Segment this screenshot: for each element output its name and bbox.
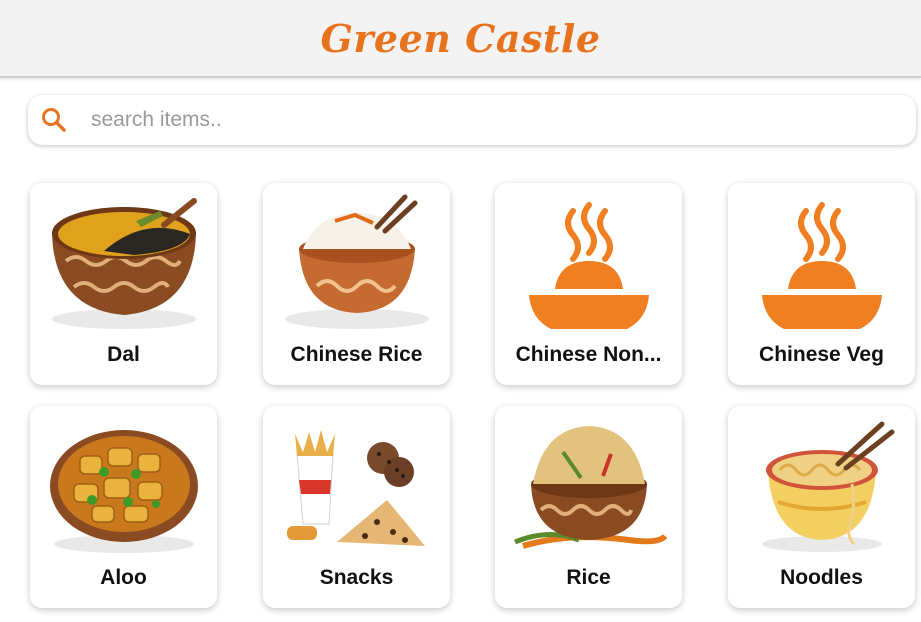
search-bar[interactable] xyxy=(28,95,916,145)
category-card-aloo[interactable]: Aloo xyxy=(30,406,217,608)
snacks-icon xyxy=(287,430,425,546)
category-label: Noodles xyxy=(780,566,863,589)
app-title: Green Castle xyxy=(320,15,601,61)
noodles-bowl-icon xyxy=(762,421,895,552)
category-card-chinese-rice[interactable]: Chinese Rice xyxy=(263,183,450,385)
category-card-dal[interactable]: Dal xyxy=(30,183,217,385)
fried-rice-icon xyxy=(514,426,668,549)
steaming-bowl-icon xyxy=(529,202,649,329)
search-input[interactable] xyxy=(89,107,853,133)
category-label: Snacks xyxy=(319,566,394,589)
category-label: Chinese Rice xyxy=(290,343,423,366)
category-card-chinese-veg[interactable]: Chinese Veg xyxy=(728,183,915,385)
category-label: Rice xyxy=(566,566,611,589)
category-card-chinese-non-veg[interactable]: Chinese Non... xyxy=(495,183,682,385)
category-label: Chinese Non... xyxy=(515,343,662,366)
category-label: Dal xyxy=(107,343,140,366)
app-header: Green Castle xyxy=(0,0,921,78)
steaming-bowl-icon xyxy=(762,202,882,329)
search-icon[interactable] xyxy=(39,105,69,135)
category-label: Chinese Veg xyxy=(759,343,884,366)
category-card-noodles[interactable]: Noodles xyxy=(728,406,915,608)
category-label: Aloo xyxy=(100,566,147,589)
rice-bowl-icon xyxy=(285,194,429,329)
category-card-rice[interactable]: Rice xyxy=(495,406,682,608)
potato-curry-icon xyxy=(50,430,198,553)
dal-bowl-icon xyxy=(52,198,197,329)
category-card-snacks[interactable]: Snacks xyxy=(263,406,450,608)
